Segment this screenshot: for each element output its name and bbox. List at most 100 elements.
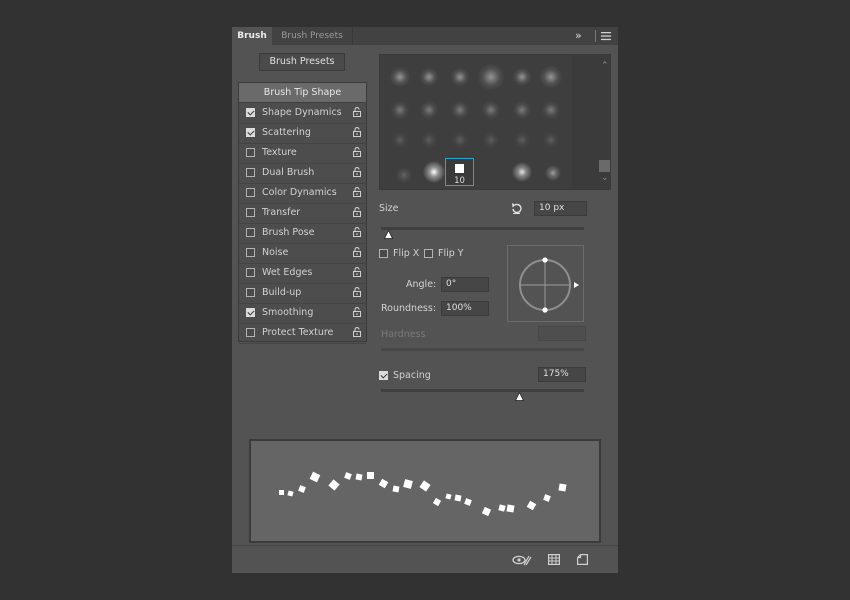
brush-tip-thumbnail[interactable]: [512, 162, 532, 182]
brush-tip-thumbnail[interactable]: [514, 132, 530, 148]
unlock-icon[interactable]: [353, 207, 361, 217]
tab-brush-presets[interactable]: Brush Presets: [272, 27, 353, 45]
option-checkbox[interactable]: [246, 168, 255, 177]
brush-tip-thumbnail[interactable]: [420, 68, 438, 86]
brush-tip-thumbnail[interactable]: [423, 161, 445, 183]
brush-tip-thumbnail[interactable]: [543, 132, 559, 148]
option-checkbox[interactable]: [246, 128, 255, 137]
unlock-icon[interactable]: [353, 187, 361, 197]
spacing-slider-handle[interactable]: [515, 392, 524, 401]
roundness-input[interactable]: 100%: [441, 301, 489, 316]
option-row[interactable]: Texture: [239, 143, 366, 164]
option-checkbox[interactable]: [246, 308, 255, 317]
brush-tip-thumbnail[interactable]: [482, 101, 500, 119]
option-checkbox[interactable]: [246, 108, 255, 117]
option-label: Noise: [262, 247, 289, 258]
spacing-checkbox[interactable]: [379, 371, 388, 380]
option-row[interactable]: Transfer: [239, 203, 366, 224]
unlock-icon[interactable]: [353, 227, 361, 237]
scroll-thumb[interactable]: [599, 160, 610, 172]
option-checkbox[interactable]: [246, 248, 255, 257]
stroke-dab: [432, 497, 442, 507]
brush-tip-thumbnail[interactable]: [513, 68, 531, 86]
brush-tip-thumbnail[interactable]: [513, 101, 531, 119]
brush-tip-shape-header[interactable]: Brush Tip Shape: [239, 83, 366, 103]
option-row[interactable]: Scattering: [239, 123, 366, 144]
brush-options-list: Brush Tip Shape Shape Dynamics Scattering…: [238, 82, 367, 344]
angle-input[interactable]: 0°: [441, 277, 489, 292]
brush-tip-thumbnail[interactable]: [542, 101, 560, 119]
option-label: Wet Edges: [262, 267, 313, 278]
size-input[interactable]: 10 px: [534, 201, 587, 216]
spacing-slider-track[interactable]: [381, 389, 584, 392]
flip-x-label: Flip X: [393, 248, 420, 259]
option-row[interactable]: Build-up: [239, 283, 366, 304]
new-preset-icon[interactable]: [577, 554, 588, 568]
brush-tip-thumbnail[interactable]: [545, 165, 561, 181]
visibility-toggle-icon[interactable]: [512, 554, 532, 569]
brush-tip-thumbnail[interactable]: [396, 167, 412, 183]
option-checkbox[interactable]: [246, 328, 255, 337]
stroke-dab: [558, 483, 567, 492]
scroll-down-icon[interactable]: ⌄: [601, 173, 609, 183]
unlock-icon[interactable]: [353, 287, 361, 297]
hardness-label: Hardness: [381, 329, 426, 340]
option-row[interactable]: Protect Texture: [239, 323, 366, 344]
brush-tip-thumbnail[interactable]: [452, 132, 468, 148]
angle-roundness-widget[interactable]: [507, 245, 584, 322]
unlock-icon[interactable]: [353, 327, 361, 337]
selected-brush-tip[interactable]: 10: [445, 158, 474, 186]
option-checkbox[interactable]: [246, 188, 255, 197]
brush-tip-thumbnail[interactable]: [420, 101, 438, 119]
reset-size-icon[interactable]: [510, 202, 523, 218]
unlock-icon[interactable]: [353, 307, 361, 317]
option-label: Color Dynamics: [262, 187, 337, 198]
brush-tip-thumbnail[interactable]: [451, 68, 469, 86]
grid-icon[interactable]: [548, 554, 561, 568]
option-row[interactable]: Noise: [239, 243, 366, 264]
flip-x-checkbox[interactable]: [379, 249, 388, 258]
double-chevron-right-icon[interactable]: »: [575, 27, 582, 45]
stroke-dab: [506, 504, 515, 513]
size-slider-track[interactable]: [381, 227, 584, 230]
option-row[interactable]: Color Dynamics: [239, 183, 366, 204]
unlock-icon[interactable]: [353, 247, 361, 257]
stroke-dab: [481, 506, 492, 517]
brush-tip-thumbnail[interactable]: [451, 101, 469, 119]
brush-tip-thumbnail[interactable]: [421, 132, 437, 148]
spacing-input[interactable]: 175%: [538, 367, 586, 382]
brush-tip-thumbnail[interactable]: [392, 132, 408, 148]
option-row[interactable]: Smoothing: [239, 303, 366, 324]
unlock-icon[interactable]: [353, 167, 361, 177]
option-row[interactable]: Shape Dynamics: [239, 103, 366, 124]
brush-tip-thumbnail[interactable]: [390, 67, 410, 87]
stroke-dab: [309, 471, 321, 483]
brush-tip-thumbnail[interactable]: [483, 132, 499, 148]
brush-tip-thumbnail[interactable]: [391, 101, 409, 119]
scroll-up-icon[interactable]: ⌃: [601, 61, 609, 71]
hamburger-menu-icon[interactable]: [601, 27, 611, 45]
option-row[interactable]: Brush Pose: [239, 223, 366, 244]
tab-brush[interactable]: Brush: [232, 27, 272, 45]
brush-tip-grid[interactable]: ⌃ ⌄ 10: [379, 54, 611, 190]
unlock-icon[interactable]: [353, 107, 361, 117]
flip-y-checkbox[interactable]: [424, 249, 433, 258]
unlock-icon[interactable]: [353, 127, 361, 137]
hardness-input: [538, 326, 586, 341]
brush-tip-thumbnail[interactable]: [540, 66, 562, 88]
option-row[interactable]: Wet Edges: [239, 263, 366, 284]
brush-presets-button[interactable]: Brush Presets: [259, 53, 345, 71]
unlock-icon[interactable]: [353, 267, 361, 277]
option-checkbox[interactable]: [246, 148, 255, 157]
brush-angle-circle-icon: [519, 257, 579, 313]
option-checkbox[interactable]: [246, 228, 255, 237]
hardness-slider-track: [381, 348, 584, 351]
option-checkbox[interactable]: [246, 268, 255, 277]
option-checkbox[interactable]: [246, 208, 255, 217]
size-slider-handle[interactable]: [384, 230, 393, 239]
option-checkbox[interactable]: [246, 288, 255, 297]
roundness-label: Roundness:: [381, 303, 437, 314]
unlock-icon[interactable]: [353, 147, 361, 157]
option-row[interactable]: Dual Brush: [239, 163, 366, 184]
brush-tip-thumbnail[interactable]: [478, 64, 504, 90]
